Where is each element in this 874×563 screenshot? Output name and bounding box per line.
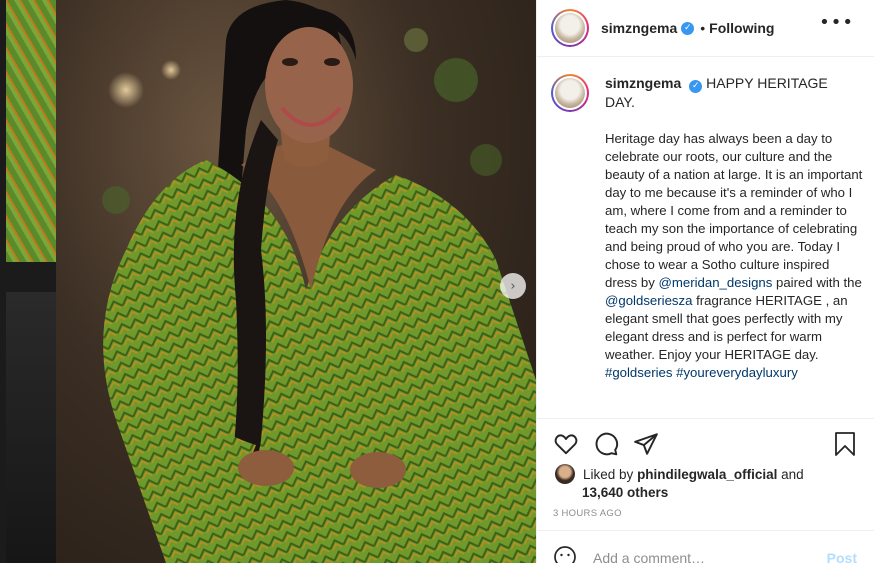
post-header: simzngema ✓ • Following ••• [537, 0, 874, 57]
post-timestamp[interactable]: 3 HOURS AGO [553, 508, 622, 519]
chevron-right-icon: › [510, 278, 516, 294]
post-photo[interactable]: › [56, 0, 536, 563]
hashtag-link[interactable]: #goldseries [605, 365, 672, 380]
author-avatar[interactable] [551, 9, 589, 47]
caption-headline-line: simzngema ✓ HAPPY HERITAGE DAY. [605, 74, 857, 111]
mention-link[interactable]: @meridan_designs [659, 275, 773, 290]
post-actions: Liked by phindilegwala_official and 13,6… [537, 418, 874, 530]
caption-area: simzngema ✓ HAPPY HERITAGE DAY. Heritage … [537, 58, 874, 418]
mention-link[interactable]: @goldseriesza [605, 293, 692, 308]
likes-and: and [781, 467, 804, 482]
heart-icon[interactable] [553, 431, 579, 457]
likes-prefix: Liked by [583, 467, 634, 482]
likes-summary: Liked by phindilegwala_official and 13,6… [555, 464, 855, 502]
comment-input[interactable] [593, 550, 813, 563]
feed-backdrop [0, 0, 56, 563]
more-options-icon[interactable]: ••• [819, 12, 854, 33]
verified-badge-icon: ✓ [689, 80, 703, 93]
emoji-icon[interactable] [553, 545, 577, 563]
post-side-panel: simzngema ✓ • Following ••• simzngema ✓ H… [536, 0, 874, 563]
caption-body: Heritage day has always been a day to ce… [605, 130, 865, 382]
hashtag-link[interactable]: #youreverydayluxury [676, 365, 798, 380]
comment-bar: Post [537, 530, 874, 563]
likes-count-button[interactable]: 13,640 others [582, 484, 855, 502]
author-username[interactable]: simzngema [601, 20, 677, 36]
liker-avatar[interactable] [555, 464, 575, 484]
post-photo-illustration [102, 0, 536, 563]
following-button[interactable]: Following [709, 20, 774, 36]
caption-header: simzngema ✓ HAPPY HERITAGE DAY. [551, 74, 861, 112]
post-comment-button[interactable]: Post [827, 550, 857, 563]
comment-icon[interactable] [593, 431, 619, 457]
action-icons-row [553, 431, 659, 457]
caption-text-segment: Heritage day has always been a day to ce… [605, 131, 863, 290]
verified-badge-icon: ✓ [681, 21, 695, 35]
caption-avatar[interactable] [551, 74, 589, 112]
bookmark-icon[interactable] [833, 431, 857, 457]
backdrop-image-bottom [6, 292, 56, 563]
separator-dot: • [700, 20, 706, 36]
next-photo-button[interactable]: › [500, 273, 526, 299]
caption-username[interactable]: simzngema [605, 75, 681, 91]
backdrop-image-top [6, 0, 56, 262]
caption-text-segment: paired with the [772, 275, 862, 290]
paper-plane-icon[interactable] [633, 431, 659, 457]
liker-username[interactable]: phindilegwala_official [637, 467, 777, 482]
